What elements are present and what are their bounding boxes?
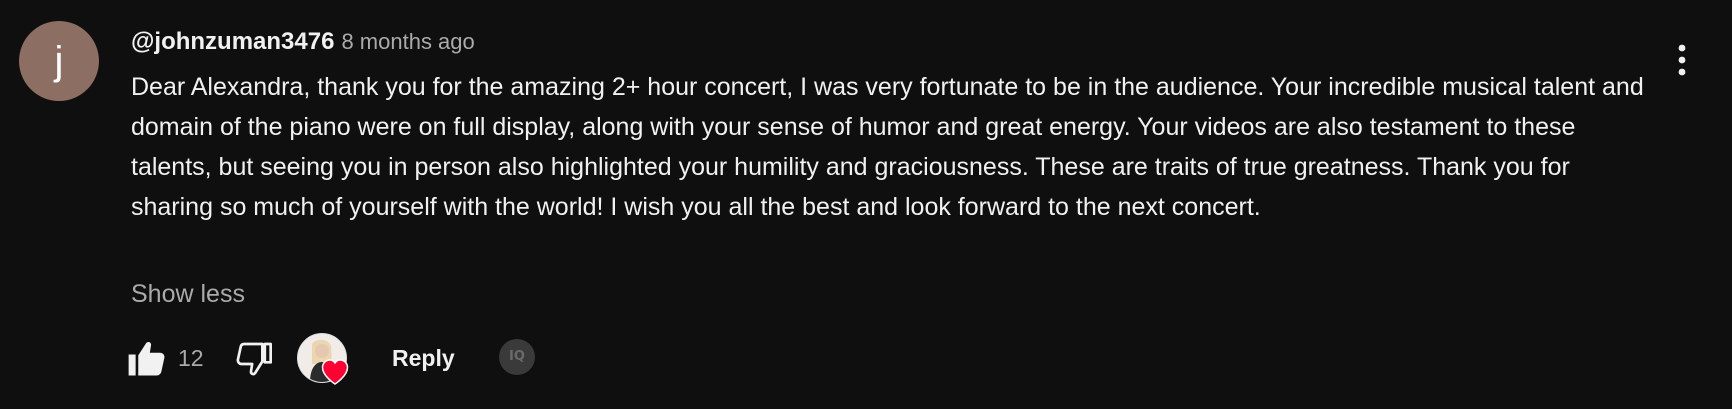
like-button[interactable] [126,337,168,379]
comment-header: @johnzuman3476 8 months ago [131,26,475,58]
like-count: 12 [178,345,204,371]
dislike-button[interactable] [234,339,274,379]
avatar-letter: j [54,39,64,83]
comment-menu-button[interactable] [1660,38,1704,82]
author-avatar[interactable]: j [19,21,99,101]
author-name[interactable]: @johnzuman3476 [131,28,334,55]
comment-actions: 12 Reply IQ [126,333,726,385]
more-vertical-icon [1678,44,1686,76]
extension-iq-icon[interactable]: IQ [499,339,535,375]
creator-heart-badge [297,333,349,385]
extension-icon-label: IQ [509,349,525,364]
thumbs-down-icon [236,342,272,376]
reply-button[interactable]: Reply [392,344,455,372]
thumbs-up-icon [128,342,165,376]
heart-icon [321,359,349,385]
comment-timestamp[interactable]: 8 months ago [341,29,474,54]
comment-text: Dear Alexandra, thank you for the amazin… [131,73,1644,221]
show-less-button[interactable]: Show less [131,276,245,312]
